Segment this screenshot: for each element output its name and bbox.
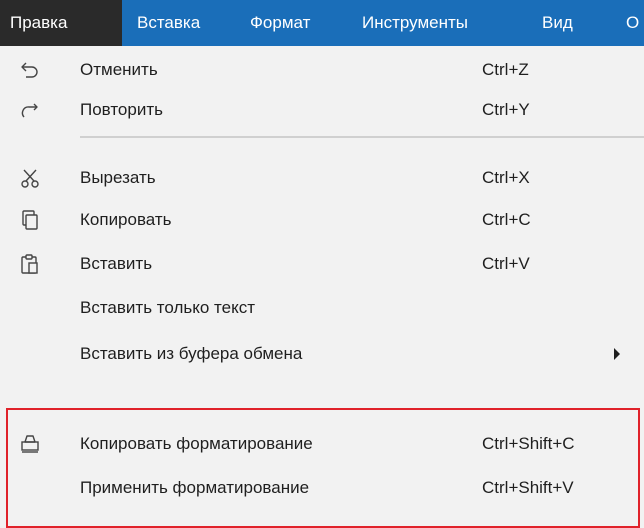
menu-item-copy[interactable]: Копировать Ctrl+C: [0, 196, 644, 244]
menu-tools[interactable]: Инструменты: [362, 0, 468, 46]
scissors-icon: [18, 166, 42, 190]
menu-item-shortcut: Ctrl+Shift+V: [482, 478, 574, 497]
menu-view[interactable]: Вид: [542, 0, 573, 46]
menu-item-paste[interactable]: Вставить Ctrl+V: [0, 240, 644, 288]
menu-insert[interactable]: Вставка: [137, 0, 200, 46]
undo-icon: [18, 58, 42, 82]
edit-dropdown-menu: Отменить Ctrl+Z Повторить Ctrl+Y Вырезат…: [0, 46, 644, 528]
menu-item-label: Копировать форматирование: [80, 434, 313, 453]
menu-item-label: Вставить из буфера обмена: [80, 344, 303, 363]
menu-partial[interactable]: О: [626, 0, 639, 46]
menu-item-label: Применить форматирование: [80, 478, 310, 497]
menu-item-shortcut: Ctrl+X: [482, 168, 530, 187]
menu-edit[interactable]: Правка: [0, 0, 122, 46]
redo-icon: [18, 98, 42, 122]
menu-item-shortcut: Ctrl+Shift+C: [482, 434, 575, 453]
menu-item-apply-formatting[interactable]: Применить форматирование Ctrl+Shift+V: [0, 464, 644, 512]
menu-item-label: Копировать: [80, 210, 172, 229]
submenu-arrow-icon: [614, 348, 620, 360]
menubar: Правка Вставка Формат Инструменты Вид О: [0, 0, 644, 46]
menu-item-shortcut: Ctrl+V: [482, 254, 530, 273]
menu-edit-label: Правка: [10, 13, 68, 32]
menu-item-shortcut: Ctrl+Y: [482, 100, 530, 119]
menu-item-copy-formatting[interactable]: Копировать форматирование Ctrl+Shift+C: [0, 420, 644, 468]
menu-item-label: Повторить: [80, 100, 163, 119]
format-painter-icon: [18, 432, 42, 456]
menu-item-shortcut: Ctrl+C: [482, 210, 531, 229]
menu-item-label: Вставить: [80, 254, 153, 273]
menu-item-paste-text-only[interactable]: Вставить только текст: [0, 284, 644, 332]
menu-item-label: Вставить только текст: [80, 298, 256, 317]
menu-item-cut[interactable]: Вырезать Ctrl+X: [0, 154, 644, 202]
menu-item-label: Вырезать: [80, 168, 156, 187]
menu-format[interactable]: Формат: [250, 0, 310, 46]
copy-icon: [18, 208, 42, 232]
menu-item-redo[interactable]: Повторить Ctrl+Y: [0, 86, 644, 134]
paste-icon: [18, 252, 42, 276]
menu-item-paste-from-clipboard[interactable]: Вставить из буфера обмена: [0, 330, 644, 378]
menu-separator: [80, 136, 644, 138]
